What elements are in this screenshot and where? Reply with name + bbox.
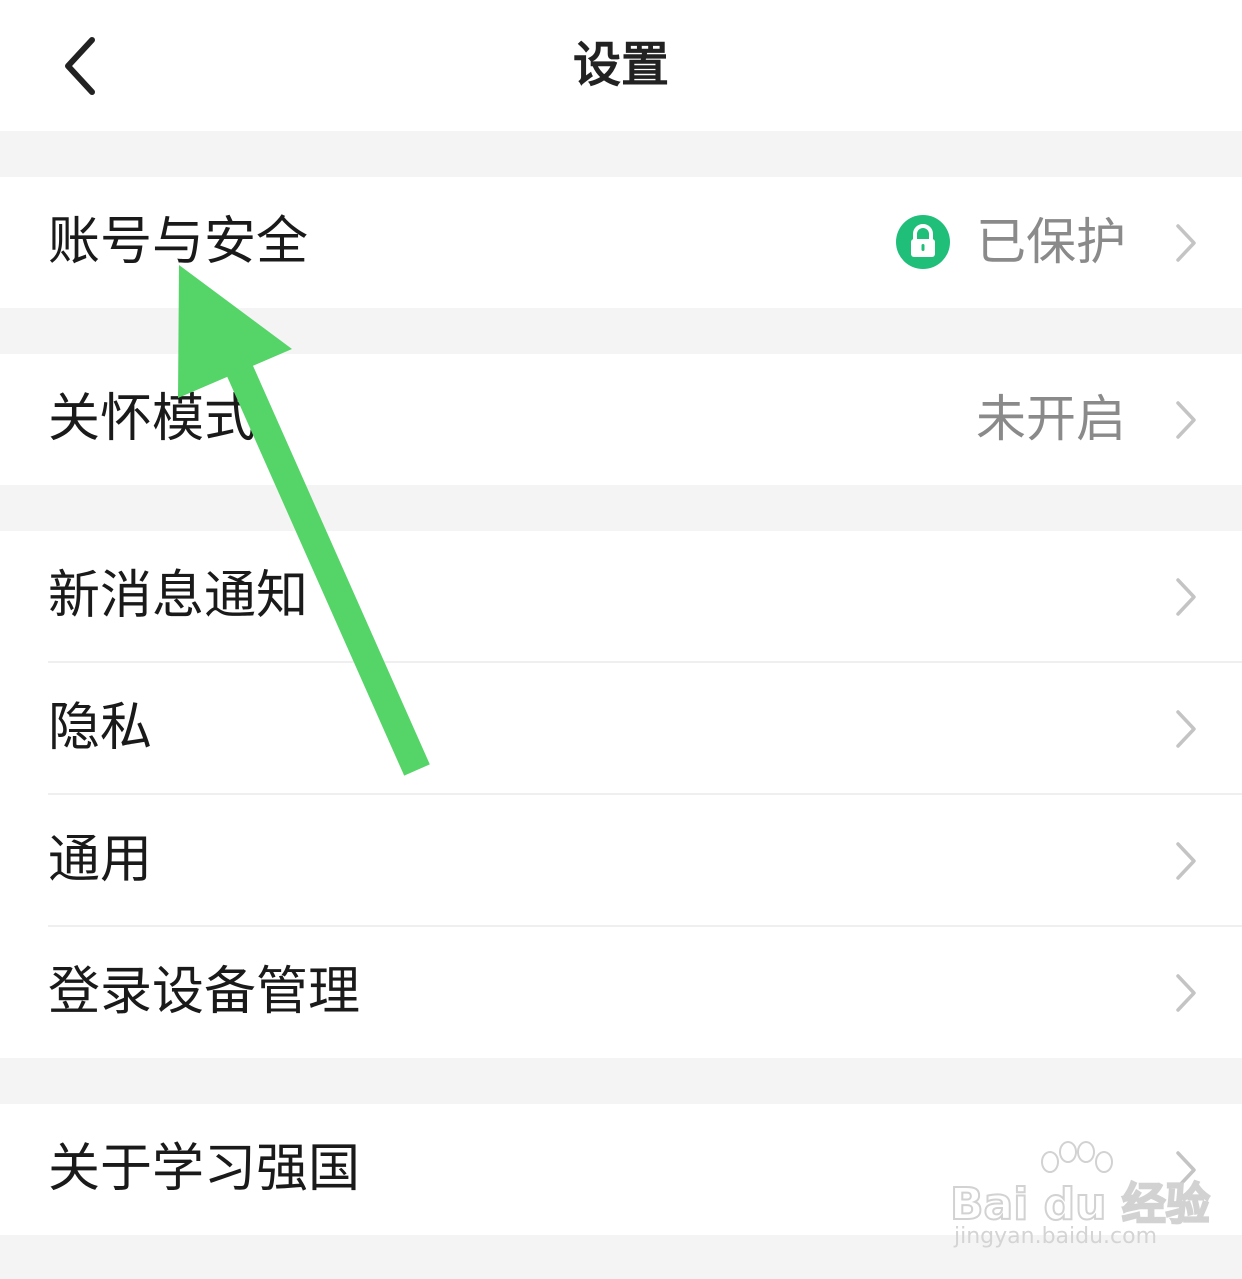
page-title: 设置 [572,37,669,93]
settings-item-value: 已保护 [976,213,1126,271]
settings-item-label: 隐私 [48,698,153,758]
settings-item-label: 通用 [48,830,153,890]
settings-item-notifications[interactable]: 新消息通知 [0,531,1242,662]
settings-item-value: 未开启 [976,390,1126,448]
settings-item-label: 关怀模式 [48,389,257,449]
chevron-right-icon [1176,842,1196,880]
settings-group-account: 账号与安全 已保护 [0,177,1242,308]
settings-item-label: 关于学习强国 [48,1139,361,1199]
settings-item-care-mode[interactable]: 关怀模式 未开启 [0,354,1242,485]
chevron-right-icon [1176,1151,1196,1189]
settings-group-care-mode: 关怀模式 未开启 [0,354,1242,485]
chevron-right-icon [1176,401,1196,439]
settings-group-general: 新消息通知 隐私 通用 登录设备管理 [0,531,1242,1058]
chevron-left-icon [65,37,95,95]
settings-item-device-management[interactable]: 登录设备管理 [0,927,1242,1058]
chevron-right-icon [1176,710,1196,748]
chevron-right-icon [1176,578,1196,616]
back-button[interactable] [40,26,120,106]
lock-icon [896,215,950,269]
chevron-right-icon [1176,974,1196,1012]
settings-item-privacy[interactable]: 隐私 [0,663,1242,794]
top-nav-bar: 设置 [0,0,1242,131]
settings-item-account-security[interactable]: 账号与安全 已保护 [0,177,1242,308]
settings-item-label: 账号与安全 [48,212,309,272]
settings-item-label: 新消息通知 [48,566,309,626]
settings-group-about: 关于学习强国 [0,1104,1242,1235]
settings-item-general[interactable]: 通用 [0,795,1242,926]
settings-item-about[interactable]: 关于学习强国 [0,1104,1242,1235]
chevron-right-icon [1176,224,1196,262]
settings-item-label: 登录设备管理 [48,962,361,1022]
